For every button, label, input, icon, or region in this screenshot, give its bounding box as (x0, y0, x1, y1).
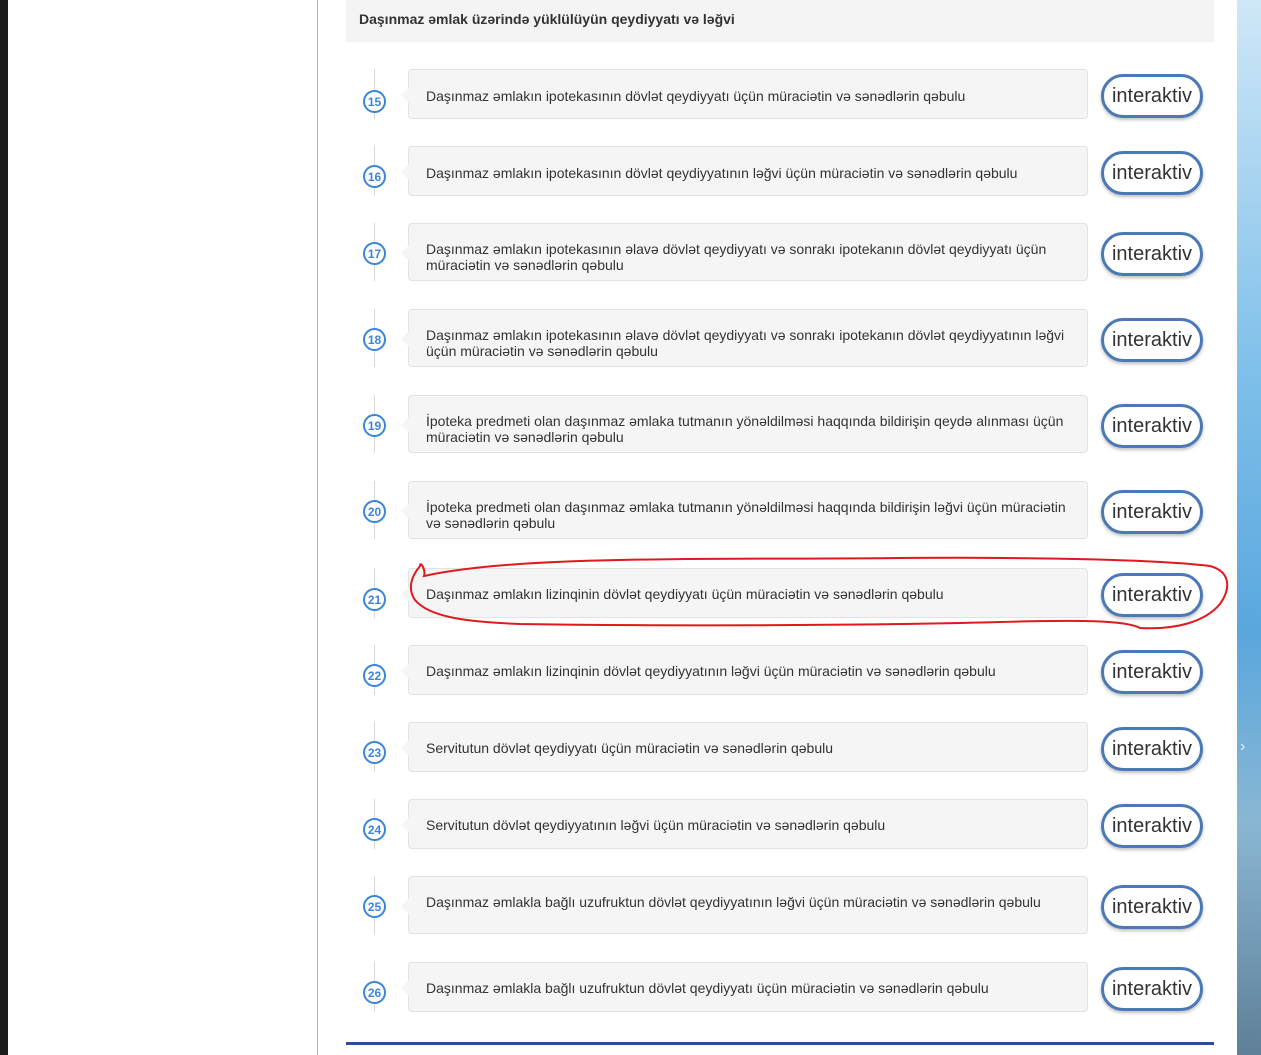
left-column-divider (317, 0, 318, 1055)
interaktiv-button[interactable]: interaktiv (1101, 74, 1203, 118)
card-pointer (401, 164, 409, 180)
service-number-badge: 17 (363, 242, 386, 265)
interaktiv-button[interactable]: interaktiv (1101, 727, 1203, 771)
interaktiv-button[interactable]: interaktiv (1101, 318, 1203, 362)
service-title: Daşınmaz əmlakla bağlı uzufruktun dövlət… (426, 980, 989, 996)
service-title: İpoteka predmeti olan daşınmaz əmlaka tu… (426, 413, 1064, 445)
service-number-badge: 15 (363, 90, 386, 113)
section-title: Daşınmaz əmlak üzərində yüklülüyün qeydi… (359, 11, 735, 27)
service-card[interactable]: Daşınmaz əmlakın lizinqinin dövlət qeydi… (401, 645, 1088, 695)
service-number-badge: 18 (363, 328, 386, 351)
service-card[interactable]: Daşınmaz əmlakla bağlı uzufruktun dövlət… (401, 962, 1088, 1012)
interaktiv-button[interactable]: interaktiv (1101, 804, 1203, 848)
service-title: Daşınmaz əmlakın lizinqinin dövlət qeydi… (426, 663, 996, 679)
service-title: Daşınmaz əmlakla bağlı uzufruktun dövlət… (426, 894, 1041, 910)
card-pointer (401, 87, 409, 103)
chevron-right-icon[interactable]: › (1240, 738, 1245, 756)
service-title: İpoteka predmeti olan daşınmaz əmlaka tu… (426, 499, 1066, 531)
service-number-badge: 24 (363, 818, 386, 841)
service-card[interactable]: İpoteka predmeti olan daşınmaz əmlaka tu… (401, 481, 1088, 539)
card-pointer (401, 980, 409, 996)
service-title: Daşınmaz əmlakın ipotekasının dövlət qey… (426, 88, 966, 104)
interaktiv-button[interactable]: interaktiv (1101, 232, 1203, 276)
card-pointer (401, 586, 409, 602)
service-title: Daşınmaz əmlakın ipotekasının əlavə dövl… (426, 327, 1065, 359)
service-card[interactable]: Daşınmaz əmlakla bağlı uzufruktun dövlət… (401, 876, 1088, 934)
service-title: Daşınmaz əmlakın lizinqinin dövlət qeydi… (426, 586, 944, 602)
service-card[interactable]: İpoteka predmeti olan daşınmaz əmlaka tu… (401, 395, 1088, 453)
service-title: Servitutun dövlət qeydiyyatının ləğvi üç… (426, 817, 886, 833)
service-card[interactable]: Servitutun dövlət qeydiyyatının ləğvi üç… (401, 799, 1088, 849)
interaktiv-button[interactable]: interaktiv (1101, 573, 1203, 617)
service-number-badge: 19 (363, 414, 386, 437)
service-card[interactable]: Daşınmaz əmlakın ipotekasının dövlət qey… (401, 69, 1088, 119)
card-pointer (401, 331, 409, 347)
interaktiv-button[interactable]: interaktiv (1101, 490, 1203, 534)
card-pointer (401, 663, 409, 679)
service-card[interactable]: Daşınmaz əmlakın ipotekasının dövlət qey… (401, 146, 1088, 196)
service-number-badge: 21 (363, 588, 386, 611)
service-number-badge: 20 (363, 500, 386, 523)
interaktiv-button[interactable]: interaktiv (1101, 151, 1203, 195)
service-title: Daşınmaz əmlakın ipotekasının əlavə dövl… (426, 241, 1047, 273)
interaktiv-button[interactable]: interaktiv (1101, 885, 1203, 929)
card-pointer (401, 817, 409, 833)
service-title: Daşınmaz əmlakın ipotekasının dövlət qey… (426, 165, 1018, 181)
card-pointer (401, 245, 409, 261)
service-card[interactable]: Servitutun dövlət qeydiyyatı üçün müraci… (401, 722, 1088, 772)
section-bottom-border (346, 1042, 1214, 1045)
service-title: Servitutun dövlət qeydiyyatı üçün müraci… (426, 740, 834, 756)
interaktiv-button[interactable]: interaktiv (1101, 650, 1203, 694)
interaktiv-button[interactable]: interaktiv (1101, 967, 1203, 1011)
service-number-badge: 16 (363, 165, 386, 188)
service-card[interactable]: Daşınmaz əmlakın ipotekasının əlavə dövl… (401, 309, 1088, 367)
service-number-badge: 25 (363, 895, 386, 918)
service-number-badge: 26 (363, 981, 386, 1004)
interaktiv-button[interactable]: interaktiv (1101, 404, 1203, 448)
card-pointer (401, 898, 409, 914)
service-number-badge: 23 (363, 741, 386, 764)
left-dark-strip (0, 0, 8, 1055)
card-pointer (401, 740, 409, 756)
service-card[interactable]: Daşınmaz əmlakın lizinqinin dövlət qeydi… (401, 568, 1088, 618)
service-card[interactable]: Daşınmaz əmlakın ipotekasının əlavə dövl… (401, 223, 1088, 281)
right-background-strip (1237, 0, 1261, 1055)
card-pointer (401, 417, 409, 433)
service-number-badge: 22 (363, 664, 386, 687)
card-pointer (401, 503, 409, 519)
